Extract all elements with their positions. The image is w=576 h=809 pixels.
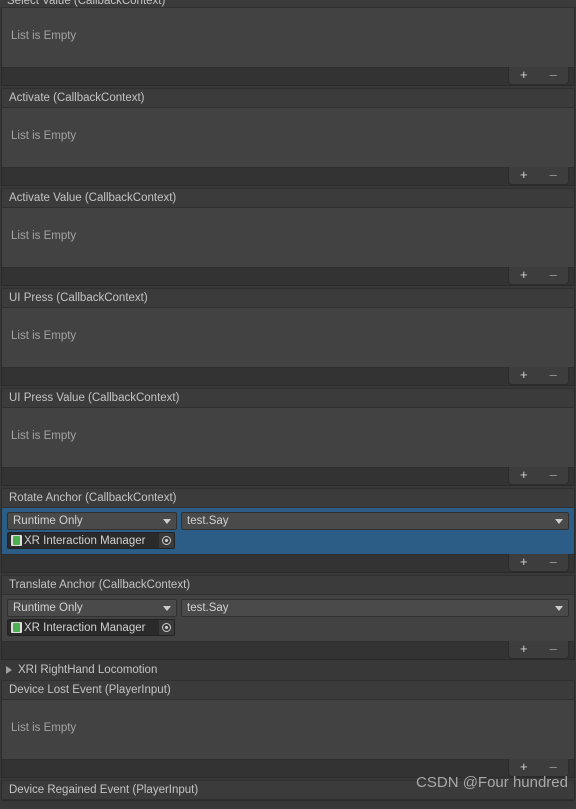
empty-list-label: List is Empty bbox=[11, 330, 76, 342]
inspector-panel: Select Value (CallbackContext) List is E… bbox=[0, 0, 576, 809]
foldout-label: XRI RightHand Locomotion bbox=[18, 660, 157, 680]
add-listener-button[interactable]: + bbox=[509, 67, 539, 84]
listener-target-object-field[interactable]: XR Interaction Manager bbox=[7, 619, 175, 636]
list-size-buttons: + – bbox=[508, 367, 569, 385]
unity-event-device-regained: Device Regained Event (PlayerInput) bbox=[1, 780, 575, 801]
event-list-body[interactable]: List is Empty bbox=[2, 408, 574, 467]
remove-listener-button[interactable]: – bbox=[539, 641, 569, 658]
list-size-buttons: + – bbox=[508, 167, 569, 185]
list-size-buttons: + – bbox=[508, 759, 569, 777]
script-asset-icon bbox=[11, 535, 22, 546]
event-title-ui-press-value: UI Press Value (CallbackContext) bbox=[2, 389, 574, 408]
list-size-buttons: + – bbox=[508, 554, 569, 572]
unity-event-activate: Activate (CallbackContext) List is Empty… bbox=[1, 88, 575, 186]
event-header-select-value: Select Value (CallbackContext) bbox=[0, 0, 576, 7]
remove-listener-button[interactable]: – bbox=[539, 367, 569, 384]
add-listener-button[interactable]: + bbox=[509, 267, 539, 284]
add-listener-button[interactable]: + bbox=[509, 759, 539, 776]
listener-row-bottom: XR Interaction Manager bbox=[7, 619, 569, 636]
event-list-footer: + – bbox=[2, 467, 574, 485]
listener-target-label: XR Interaction Manager bbox=[24, 535, 159, 547]
event-title-activate-value: Activate Value (CallbackContext) bbox=[2, 189, 574, 208]
event-list-body[interactable]: List is Empty bbox=[2, 108, 574, 167]
add-listener-button[interactable]: + bbox=[509, 554, 539, 571]
event-list-footer: + – bbox=[2, 67, 574, 85]
event-listener-entry[interactable]: Runtime Only test.Say XR Interaction Man… bbox=[2, 595, 574, 641]
list-size-buttons: + – bbox=[508, 641, 569, 659]
event-list-footer: + – bbox=[2, 554, 574, 572]
event-list-footer: + – bbox=[2, 367, 574, 385]
listener-target-object-field[interactable]: XR Interaction Manager bbox=[7, 532, 175, 549]
empty-list-label: List is Empty bbox=[11, 230, 76, 242]
empty-list-label: List is Empty bbox=[11, 430, 76, 442]
unity-event-device-lost: Device Lost Event (PlayerInput) List is … bbox=[1, 680, 575, 778]
event-title-ui-press: UI Press (CallbackContext) bbox=[2, 289, 574, 308]
listener-target-label: XR Interaction Manager bbox=[24, 622, 159, 634]
event-list-footer: + – bbox=[2, 267, 574, 285]
empty-list-label: List is Empty bbox=[11, 30, 76, 42]
remove-listener-button[interactable]: – bbox=[539, 67, 569, 84]
empty-list-label: List is Empty bbox=[11, 722, 76, 734]
event-listener-entry[interactable]: Runtime Only test.Say XR Interaction Man… bbox=[2, 508, 574, 554]
event-list-body[interactable]: List is Empty bbox=[2, 8, 574, 67]
list-size-buttons: + – bbox=[508, 467, 569, 485]
list-size-buttons: + – bbox=[508, 267, 569, 285]
remove-listener-button[interactable]: – bbox=[539, 759, 569, 776]
empty-list-label: List is Empty bbox=[11, 130, 76, 142]
add-listener-button[interactable]: + bbox=[509, 641, 539, 658]
unity-event-activate-value: Activate Value (CallbackContext) List is… bbox=[1, 188, 575, 286]
listener-row-bottom: XR Interaction Manager bbox=[7, 532, 569, 549]
unity-event-ui-press-value: UI Press Value (CallbackContext) List is… bbox=[1, 388, 575, 486]
foldout-xri-righthand-locomotion[interactable]: XRI RightHand Locomotion bbox=[0, 660, 576, 680]
listener-method-value: test.Say bbox=[187, 602, 229, 614]
listener-row-top: Runtime Only test.Say bbox=[7, 599, 569, 617]
unity-event-ui-press: UI Press (CallbackContext) List is Empty… bbox=[1, 288, 575, 386]
event-title-rotate-anchor: Rotate Anchor (CallbackContext) bbox=[2, 489, 574, 508]
remove-listener-button[interactable]: – bbox=[539, 467, 569, 484]
chevron-down-icon bbox=[555, 519, 563, 524]
listener-mode-value: Runtime Only bbox=[13, 515, 83, 527]
chevron-down-icon bbox=[555, 606, 563, 611]
remove-listener-button[interactable]: – bbox=[539, 167, 569, 184]
script-asset-icon bbox=[11, 622, 22, 633]
event-list-footer: + – bbox=[2, 759, 574, 777]
unity-event-rotate-anchor: Rotate Anchor (CallbackContext) Runtime … bbox=[1, 488, 575, 573]
event-title-device-lost: Device Lost Event (PlayerInput) bbox=[2, 681, 574, 700]
remove-listener-button[interactable]: – bbox=[539, 267, 569, 284]
chevron-down-icon bbox=[163, 519, 171, 524]
listener-method-dropdown[interactable]: test.Say bbox=[181, 512, 569, 530]
chevron-down-icon bbox=[163, 606, 171, 611]
event-title-device-regained: Device Regained Event (PlayerInput) bbox=[2, 781, 574, 800]
add-listener-button[interactable]: + bbox=[509, 467, 539, 484]
object-picker-icon[interactable] bbox=[159, 533, 174, 548]
listener-method-dropdown[interactable]: test.Say bbox=[181, 599, 569, 617]
chevron-right-icon bbox=[6, 666, 12, 674]
listener-method-value: test.Say bbox=[187, 515, 229, 527]
event-title-activate: Activate (CallbackContext) bbox=[2, 89, 574, 108]
add-listener-button[interactable]: + bbox=[509, 367, 539, 384]
event-title: Select Value (CallbackContext) bbox=[7, 0, 165, 7]
add-listener-button[interactable]: + bbox=[509, 167, 539, 184]
listener-mode-dropdown[interactable]: Runtime Only bbox=[7, 599, 177, 617]
listener-mode-value: Runtime Only bbox=[13, 602, 83, 614]
event-title-translate-anchor: Translate Anchor (CallbackContext) bbox=[2, 576, 574, 595]
object-picker-icon[interactable] bbox=[159, 620, 174, 635]
remove-listener-button[interactable]: – bbox=[539, 554, 569, 571]
listener-row-top: Runtime Only test.Say bbox=[7, 512, 569, 530]
event-list-body[interactable]: List is Empty bbox=[2, 308, 574, 367]
event-list-body[interactable]: List is Empty bbox=[2, 208, 574, 267]
unity-event-select-value: List is Empty + – bbox=[1, 7, 575, 86]
event-list-footer: + – bbox=[2, 167, 574, 185]
event-list-footer: + – bbox=[2, 641, 574, 659]
event-list-body[interactable]: List is Empty bbox=[2, 700, 574, 759]
listener-mode-dropdown[interactable]: Runtime Only bbox=[7, 512, 177, 530]
unity-event-translate-anchor: Translate Anchor (CallbackContext) Runti… bbox=[1, 575, 575, 660]
list-size-buttons: + – bbox=[508, 67, 569, 85]
